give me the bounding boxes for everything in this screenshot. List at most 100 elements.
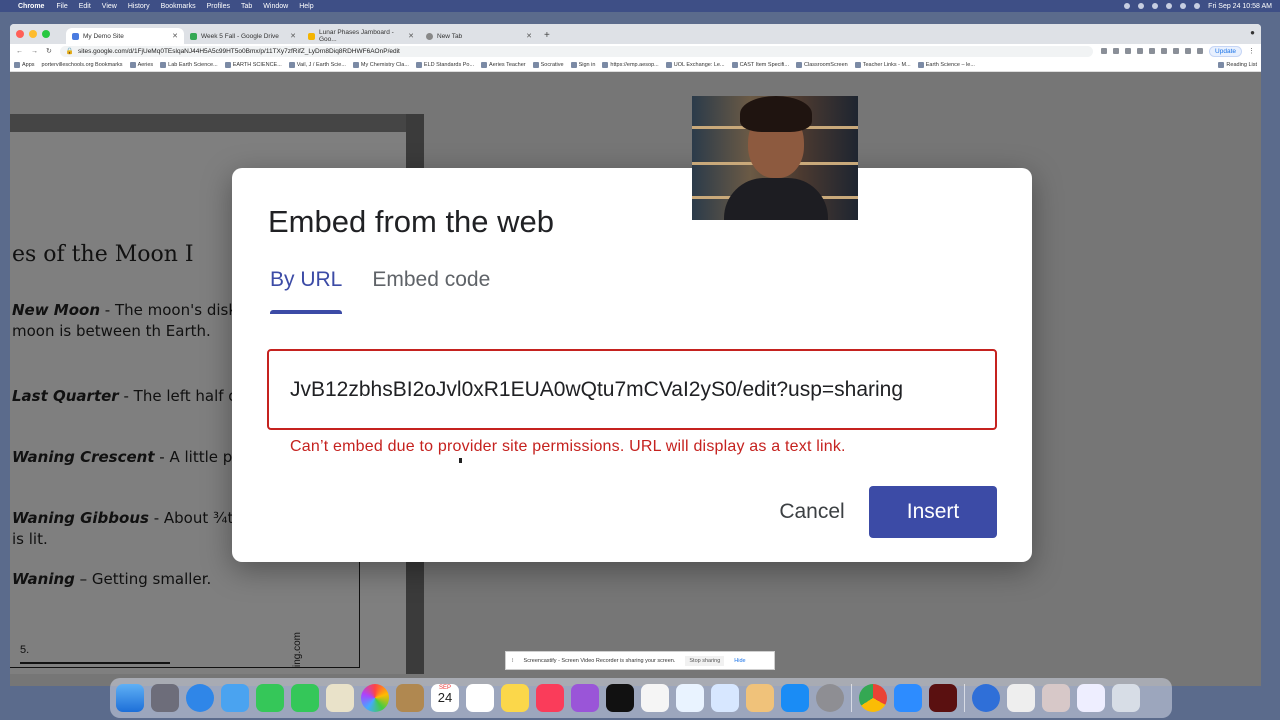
tab-new-tab[interactable]: New Tab ✕: [420, 28, 538, 44]
close-tab-icon[interactable]: ✕: [526, 32, 532, 40]
insert-button[interactable]: Insert: [869, 486, 997, 538]
photos-icon[interactable]: [361, 684, 389, 712]
extension-icon[interactable]: [1137, 48, 1144, 54]
bookmark-item[interactable]: Vail, J / Earth Scie...: [288, 61, 346, 68]
zoom-window-icon[interactable]: [42, 30, 50, 38]
extension-icon[interactable]: [1149, 48, 1156, 54]
extension-icon[interactable]: [1161, 48, 1168, 54]
maps-icon[interactable]: [326, 684, 354, 712]
menu-edit[interactable]: Edit: [79, 3, 91, 10]
reading-list[interactable]: Reading List: [1218, 61, 1257, 68]
trash-icon[interactable]: [1112, 684, 1140, 712]
bookmark-item[interactable]: EARTH SCIENCE...: [224, 61, 282, 68]
bookmark-item[interactable]: Earth Science – le...: [917, 61, 975, 68]
close-tab-icon[interactable]: ✕: [290, 32, 296, 40]
playlist-icon[interactable]: [1185, 48, 1192, 54]
close-tab-icon[interactable]: ✕: [408, 32, 414, 40]
wifi-icon[interactable]: [1124, 3, 1131, 9]
bookmark-item[interactable]: Lab Earth Science...: [160, 61, 218, 68]
zoom-icon[interactable]: [894, 684, 922, 712]
menu-app-name[interactable]: Chrome: [18, 3, 44, 10]
mail-icon[interactable]: [221, 684, 249, 712]
menu-help[interactable]: Help: [299, 3, 313, 10]
bookmark-item[interactable]: Sign in: [570, 61, 595, 68]
safari-icon[interactable]: [186, 684, 214, 712]
reload-icon[interactable]: ↻: [46, 47, 52, 55]
podcasts-icon[interactable]: [571, 684, 599, 712]
music-icon[interactable]: [536, 684, 564, 712]
volume-icon[interactable]: [1152, 3, 1159, 9]
extension-icon[interactable]: [1125, 48, 1132, 54]
app-store-icon[interactable]: [781, 684, 809, 712]
bookmark-item[interactable]: ELD Standards Po...: [415, 61, 474, 68]
apple-tv-icon[interactable]: [606, 684, 634, 712]
document-thumbnail-icon[interactable]: [1077, 684, 1105, 712]
news-icon[interactable]: [641, 684, 669, 712]
bookmark-item[interactable]: CAST Item Specifi...: [731, 61, 789, 68]
url-input[interactable]: JvB12zbhsBI2oJvl0xR1EUA0wQtu7mCVaI2yS0/e…: [267, 349, 997, 430]
bluetooth-icon[interactable]: [1138, 3, 1145, 9]
chrome-icon[interactable]: [859, 684, 887, 712]
update-button[interactable]: Update: [1209, 45, 1242, 57]
cancel-button[interactable]: Cancel: [770, 486, 854, 538]
messages-icon[interactable]: [291, 684, 319, 712]
close-window-icon[interactable]: [16, 30, 24, 38]
bookmark-item[interactable]: portervilleschools.org Bookmarks: [42, 62, 123, 68]
bookmark-item[interactable]: https://emp.aesop...: [602, 61, 659, 68]
profile-avatar-icon[interactable]: [1197, 48, 1204, 54]
launchpad-icon[interactable]: [151, 684, 179, 712]
document-thumbnail-icon[interactable]: [1042, 684, 1070, 712]
menubar-clock[interactable]: Fri Sep 24 10:58 AM: [1208, 3, 1272, 10]
stop-sharing-button[interactable]: Stop sharing: [685, 655, 725, 666]
address-bar[interactable]: 🔒 sites.google.com/d/1FjUeMq0TEslqaNJ44H…: [59, 45, 1094, 57]
tab-google-drive[interactable]: Week 5 Fall - Google Drive ✕: [184, 28, 302, 44]
puzzle-icon[interactable]: [1173, 48, 1180, 54]
system-preferences-icon[interactable]: [816, 684, 844, 712]
menu-view[interactable]: View: [102, 3, 117, 10]
calendar-icon[interactable]: SEP 24: [431, 684, 459, 712]
menu-file[interactable]: File: [56, 3, 67, 10]
bookmark-item[interactable]: My Chemistry Cla...: [352, 61, 409, 68]
bookmark-item[interactable]: ClassroomScreen: [796, 61, 848, 68]
more-vert-icon[interactable]: ⋮: [1248, 47, 1255, 55]
tab-my-demo-site[interactable]: My Demo Site ✕: [66, 28, 184, 44]
bookmark-item[interactable]: UOL Exchange: Le...: [665, 61, 725, 68]
hide-button[interactable]: Hide: [734, 658, 745, 664]
tab-jamboard[interactable]: Lunar Phases Jamboard - Goo... ✕: [302, 28, 420, 44]
extension-icon[interactable]: [1101, 48, 1108, 54]
tab-embed-code[interactable]: Embed code: [372, 268, 490, 312]
control-center-icon[interactable]: [1194, 3, 1201, 9]
numbers-icon[interactable]: [676, 684, 704, 712]
bookmark-item[interactable]: Aeries: [129, 61, 153, 68]
tab-by-url[interactable]: By URL: [270, 268, 343, 314]
menu-profiles[interactable]: Profiles: [207, 3, 230, 10]
back-arrow-icon[interactable]: ←: [16, 48, 23, 55]
filezilla-icon[interactable]: [929, 684, 957, 712]
new-tab-plus-icon[interactable]: +: [544, 30, 550, 41]
forward-arrow-icon[interactable]: →: [31, 48, 38, 55]
tab-search-icon[interactable]: ●: [1250, 28, 1255, 37]
bookmark-star-icon[interactable]: [1113, 48, 1120, 54]
bookmark-item[interactable]: Socrative: [532, 61, 564, 68]
menu-history[interactable]: History: [128, 3, 150, 10]
minimize-window-icon[interactable]: [29, 30, 37, 38]
bookmark-item[interactable]: Aeries Teacher: [481, 61, 526, 68]
contacts-icon[interactable]: [396, 684, 424, 712]
bookmark-apps[interactable]: Apps: [14, 61, 35, 68]
notes-icon[interactable]: [501, 684, 529, 712]
close-tab-icon[interactable]: ✕: [172, 32, 178, 40]
facetime-icon[interactable]: [256, 684, 284, 712]
pages-icon[interactable]: [746, 684, 774, 712]
reminders-icon[interactable]: [466, 684, 494, 712]
webcam-overlay[interactable]: [692, 96, 858, 220]
battery-icon[interactable]: [1166, 3, 1173, 9]
menu-bookmarks[interactable]: Bookmarks: [161, 3, 196, 10]
document-thumbnail-icon[interactable]: [1007, 684, 1035, 712]
bookmark-item[interactable]: Teacher Links - M...: [854, 61, 911, 68]
keynote-icon[interactable]: [711, 684, 739, 712]
network-globe-icon[interactable]: [972, 684, 1000, 712]
finder-icon[interactable]: [116, 684, 144, 712]
menu-window[interactable]: Window: [263, 3, 288, 10]
drag-handle-icon[interactable]: ⁞: [512, 658, 514, 664]
menu-tab[interactable]: Tab: [241, 3, 252, 10]
